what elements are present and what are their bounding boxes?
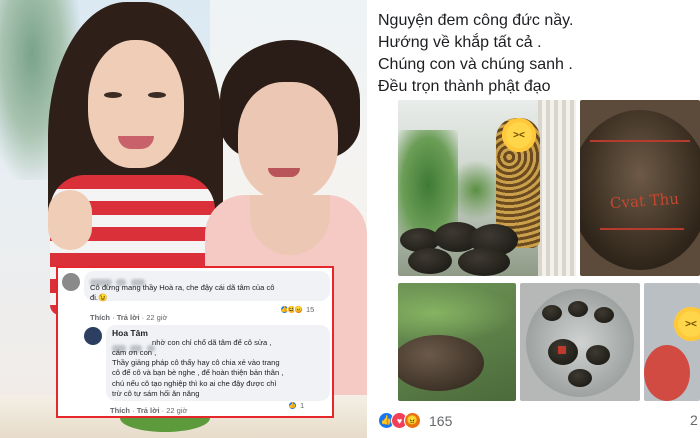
turtle-shell [458,248,510,276]
turtle-shell [398,335,484,391]
angry-icon: 😠 [294,305,303,314]
comment-text: Cô đừng mang thầy Hoà ra, che đậy cái dã… [90,283,275,303]
woman-right-smile [268,168,300,177]
post-text: Nguyện đem công đức nầy. Hướng về khắp t… [378,10,573,98]
woman-right-face [238,82,338,200]
reply-text-line: nhờ con chỉ chổ dã tâm để cô sửa , [152,338,272,347]
comment-time[interactable]: 22 giờ [146,313,167,322]
reply-link[interactable]: Trả lời [117,313,140,322]
red-mark [600,228,684,230]
post-line: Đều trọn thành phật đạo [378,78,551,95]
reply-author-name[interactable]: Hoa Tâm [112,328,148,338]
small-turtle [568,301,588,317]
screenshot-root: Cô đừng mang thầy Hoà ra, che đậy cái dã… [0,0,700,438]
reply-reactions[interactable]: 👍 1 [288,401,304,410]
comment-reactions[interactable]: 👍 😆 😠 15 [280,305,314,314]
angry-icon: 😠 [404,412,421,429]
post-line: Hướng về khắp tất cả . [378,34,542,51]
face-cover-emoji-icon: >< [674,307,700,341]
window-bars [538,100,576,276]
small-turtle [542,305,562,321]
post-photo-woman-turtles[interactable]: >< [398,100,576,276]
post-photo-turtle-plants[interactable] [398,283,516,401]
post-photo-partial[interactable]: >< [644,283,700,401]
reply-actions: Thích · Trả lời · 22 giờ [110,406,188,415]
red-mark [590,140,690,142]
comment-screenshot-box: Cô đừng mang thầy Hoà ra, che đậy cái dã… [56,266,334,418]
comment-bubble: Cô đừng mang thầy Hoà ra, che đậy cái dã… [84,271,330,303]
woman-left-eye [148,92,166,98]
reply-bubble: Hoa Tâm nhờ con chỉ chổ dã tâm để cô sửa… [106,325,330,401]
reply-text: cám ơn con , Thầy giảng pháp cô thấy hay… [112,348,284,398]
hoa-tam-avatar[interactable] [84,327,102,345]
plant [398,283,516,343]
woman-left-hand [48,190,92,250]
post-photo-inscribed-shell[interactable]: Cvat Thu [580,100,700,276]
small-turtle [586,345,610,365]
red-mark [558,346,566,354]
large-turtle-shell [580,110,700,270]
facebook-post: Nguyện đem công đức nầy. Hướng về khắp t… [368,0,700,438]
like-link[interactable]: Thích [90,313,110,322]
comment-actions: Thích · Trả lời · 22 giờ [90,313,168,322]
post-photo-turtles-basin[interactable] [520,283,640,401]
reaction-count: 165 [429,412,453,429]
red-basin [644,345,690,401]
face-cover-emoji-icon: >< [502,118,536,152]
small-turtle [594,307,614,323]
commenter-avatar[interactable] [62,273,80,291]
small-turtle [568,369,592,387]
left-photo: Cô đừng mang thầy Hoà ra, che đậy cái dã… [0,0,367,438]
post-line: Nguyện đem công đức nầy. [378,12,574,29]
woman-left-eye [104,92,122,98]
reply-time[interactable]: 22 giờ [166,406,187,415]
post-line: Chúng con và chúng sanh . [378,56,573,73]
post-reactions[interactable]: 👍 ♥ 😠 165 [378,412,452,429]
like-icon: 👍 [288,401,297,410]
comments-count-partial[interactable]: 2 [690,412,698,428]
like-link[interactable]: Thích [110,406,130,415]
reply-reaction-count: 1 [300,401,305,410]
turtle-shell [408,248,452,274]
reply-link[interactable]: Trả lời [137,406,160,415]
comment-reaction-count: 15 [306,305,315,314]
